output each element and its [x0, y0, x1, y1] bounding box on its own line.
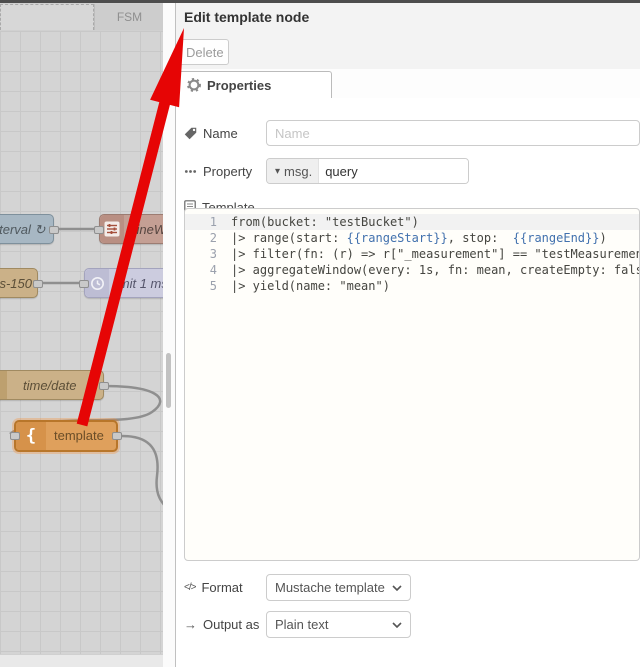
dialog-tabbar: Properties [176, 69, 640, 99]
brace-icon: { [16, 422, 46, 450]
vertical-scrollbar-thumb[interactable] [166, 353, 171, 408]
typed-input-type-label: msg. [284, 163, 313, 179]
function-icon: f [0, 371, 7, 399]
wires [9, 227, 163, 506]
tab-properties[interactable]: Properties [176, 71, 332, 98]
node-template-output-port[interactable] [112, 432, 122, 440]
property-label: Property [203, 163, 253, 179]
node-timedate[interactable]: f time/date [0, 370, 109, 400]
property-typed-input: ▾ msg. [266, 158, 469, 184]
horizontal-scrollbar[interactable] [0, 654, 163, 667]
node-interval-output-port[interactable] [49, 226, 59, 234]
output-select[interactable]: Plain text [266, 611, 411, 638]
node-template-input-port[interactable] [10, 432, 20, 440]
header-edge [0, 0, 640, 3]
property-row-label: Property [184, 158, 252, 184]
node-limit[interactable]: limit 1 ms [79, 268, 163, 298]
node-s150-output-port[interactable] [33, 280, 43, 288]
node-limit-label: limit 1 ms [113, 276, 163, 291]
property-input[interactable] [319, 159, 468, 183]
code-brackets-icon: </> [184, 581, 197, 593]
node-interval-label: interval ↻ [0, 222, 46, 237]
node-template-label: template [54, 428, 104, 443]
node-interval[interactable]: interval ↻ [0, 214, 59, 244]
dialog-header: Edit template node [176, 0, 640, 33]
template-code-editor[interactable]: 1 from(bucket: "testBucket") 2 |> range(sta… [184, 208, 640, 561]
node-timedate-label: time/date [23, 378, 77, 393]
workspace-tab-current[interactable] [0, 4, 94, 30]
output-label: Output as [203, 616, 260, 632]
tab-properties-label: Properties [207, 77, 272, 93]
format-select[interactable]: Mustache template [266, 574, 411, 601]
dialog-body: Name Property ▾ msg. [176, 98, 640, 667]
dialog-toolbar: Delete [176, 32, 640, 70]
chevron-down-icon [392, 584, 402, 591]
node-s150-label: s-150 [0, 276, 32, 291]
ellipsis-icon [184, 165, 197, 178]
node-limit-input-port[interactable] [79, 280, 89, 288]
vertical-scrollbar[interactable] [163, 0, 175, 667]
arrow-right-icon: → [184, 616, 197, 632]
edit-dialog: Edit template node Delete Properties Nam… [175, 0, 640, 667]
chevron-down-icon: ▾ [275, 165, 281, 177]
output-select-value: Plain text [275, 617, 329, 632]
node-sinewave-label: sineWave [130, 222, 163, 237]
node-template[interactable]: { template [10, 420, 122, 452]
output-row-label: → Output as [184, 611, 259, 637]
chevron-down-icon [392, 621, 402, 628]
dialog-title: Edit template node [184, 9, 310, 25]
workspace-tab-fsm[interactable]: FSM [94, 4, 163, 30]
node-sinewave[interactable]: sineWave [94, 214, 163, 244]
tag-icon [184, 127, 197, 140]
page: FSM interval ↻ [0, 0, 640, 667]
format-select-value: Mustache template [275, 580, 385, 595]
typed-input-type-button[interactable]: ▾ msg. [267, 159, 320, 183]
name-label: Name [203, 125, 238, 141]
name-input[interactable] [266, 120, 640, 146]
node-sinewave-input-port[interactable] [94, 226, 104, 234]
format-row-label: </> Format [184, 574, 243, 600]
gear-icon [187, 78, 201, 92]
code-lines: 1 from(bucket: "testBucket") 2 |> range(sta… [185, 214, 639, 294]
format-label: Format [201, 579, 243, 595]
workspace-tabbar: FSM [0, 3, 163, 31]
node-s150[interactable]: s-150 [0, 268, 43, 298]
name-row-label: Name [184, 120, 238, 146]
node-timedate-output-port[interactable] [99, 382, 109, 390]
flow-canvas[interactable]: FSM interval ↻ [0, 0, 163, 667]
delete-button[interactable]: Delete [179, 39, 229, 65]
